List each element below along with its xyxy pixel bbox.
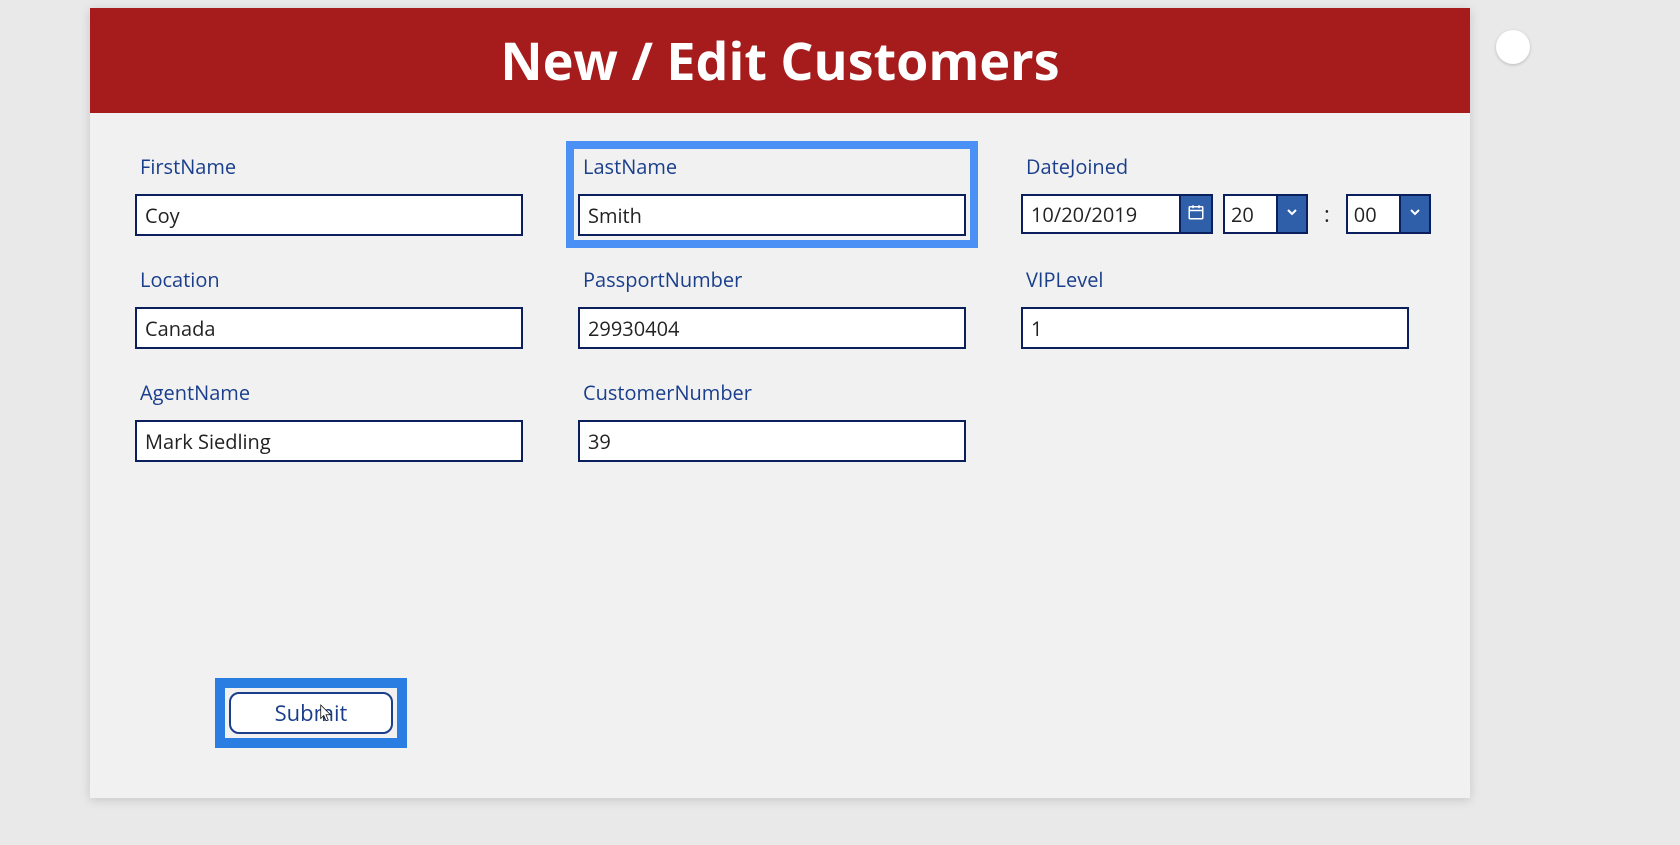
calendar-icon <box>1187 203 1205 226</box>
label-passport: PassportNumber <box>583 266 966 293</box>
label-location: Location <box>140 266 523 293</box>
input-location[interactable] <box>135 307 523 349</box>
field-firstname: FirstName <box>135 153 523 236</box>
customer-form-modal: New / Edit Customers FirstName LastName … <box>90 8 1470 798</box>
label-customernumber: CustomerNumber <box>583 379 966 406</box>
input-passport[interactable] <box>578 307 966 349</box>
highlight-lastname: LastName <box>566 141 978 248</box>
input-hours[interactable] <box>1223 194 1278 234</box>
input-customernumber[interactable] <box>578 420 966 462</box>
field-datejoined: DateJoined <box>1021 153 1431 236</box>
input-date[interactable] <box>1021 194 1181 234</box>
form-row-1: FirstName LastName DateJoined <box>135 153 1425 236</box>
label-datejoined: DateJoined <box>1026 153 1431 180</box>
label-agentname: AgentName <box>140 379 523 406</box>
modal-header: New / Edit Customers <box>90 8 1470 113</box>
field-lastname: LastName <box>578 153 966 236</box>
submit-area: Submit <box>215 678 407 748</box>
submit-button[interactable]: Submit <box>229 692 393 734</box>
input-agentname[interactable] <box>135 420 523 462</box>
field-agentname: AgentName <box>135 379 523 462</box>
highlight-submit: Submit <box>215 678 407 748</box>
hours-dropdown-button[interactable] <box>1278 194 1308 234</box>
label-firstname: FirstName <box>140 153 523 180</box>
form-row-2: Location PassportNumber VIPLevel <box>135 266 1425 349</box>
input-minutes[interactable] <box>1346 194 1401 234</box>
date-group: : <box>1021 194 1431 234</box>
date-picker-button[interactable] <box>1181 194 1213 234</box>
chevron-down-icon <box>1407 203 1423 225</box>
field-customernumber: CustomerNumber <box>578 379 966 462</box>
hours-selector <box>1223 194 1308 234</box>
chevron-down-icon <box>1284 203 1300 225</box>
field-location: Location <box>135 266 523 349</box>
time-separator: : <box>1324 199 1330 229</box>
modal-title: New / Edit Customers <box>500 25 1059 96</box>
label-vip: VIPLevel <box>1026 266 1409 293</box>
form-row-3: AgentName CustomerNumber <box>135 379 1425 462</box>
input-lastname[interactable] <box>578 194 966 236</box>
label-lastname: LastName <box>583 153 966 180</box>
minutes-dropdown-button[interactable] <box>1401 194 1431 234</box>
input-firstname[interactable] <box>135 194 523 236</box>
minutes-selector <box>1346 194 1431 234</box>
close-button[interactable] <box>1496 30 1530 64</box>
field-passport: PassportNumber <box>578 266 966 349</box>
input-vip[interactable] <box>1021 307 1409 349</box>
field-vip: VIPLevel <box>1021 266 1409 349</box>
form-body: FirstName LastName DateJoined <box>90 113 1470 512</box>
